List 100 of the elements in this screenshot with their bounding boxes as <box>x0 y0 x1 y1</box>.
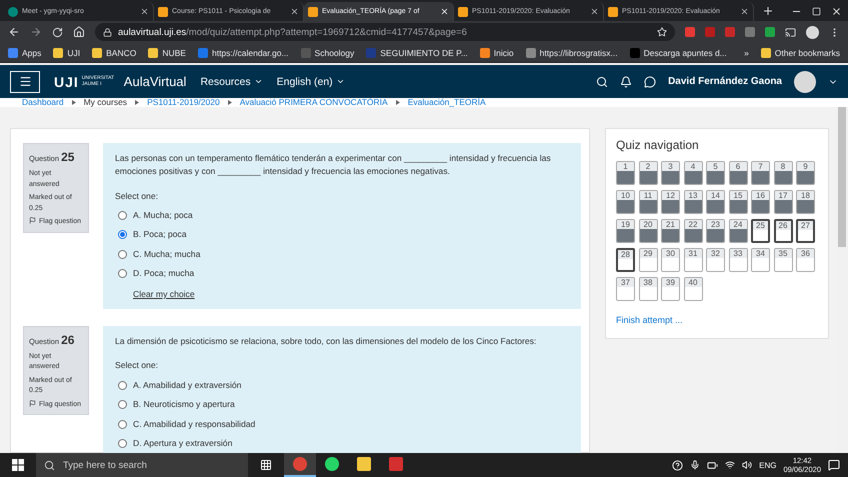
question-nav-button[interactable]: 24 <box>728 219 748 243</box>
language-indicator[interactable]: ENG <box>759 460 776 470</box>
question-nav-button[interactable]: 10 <box>616 190 635 214</box>
option-label[interactable]: B. Neuroticismo y apertura <box>133 398 235 412</box>
question-nav-button[interactable]: 5 <box>706 161 725 185</box>
bookmark[interactable]: Schoology <box>300 48 354 58</box>
question-nav-button[interactable]: 8 <box>774 161 792 185</box>
question-nav-button[interactable]: 22 <box>684 219 702 243</box>
question-nav-button[interactable]: 20 <box>638 219 658 243</box>
bell-icon[interactable] <box>620 76 632 88</box>
question-nav-button[interactable]: 15 <box>728 190 748 214</box>
question-nav-button[interactable]: 37 <box>616 277 635 301</box>
breadcrumb-link[interactable]: My courses <box>84 98 128 107</box>
back-icon[interactable] <box>8 26 20 38</box>
question-nav-button[interactable]: 40 <box>684 277 702 301</box>
bookmark[interactable]: BANCO <box>92 48 136 58</box>
option-label[interactable]: B. Poca; poca <box>133 228 187 242</box>
question-nav-button[interactable]: 32 <box>706 248 725 272</box>
breadcrumb-link[interactable]: PS1011-2019/2020 <box>147 98 220 107</box>
question-nav-button[interactable]: 6 <box>728 161 748 185</box>
site-name[interactable]: AulaVirtual <box>124 74 186 89</box>
question-nav-button[interactable]: 25 <box>751 219 770 243</box>
option-label[interactable]: A. Amabilidad y extraversión <box>133 378 242 392</box>
question-nav-button[interactable]: 34 <box>751 248 770 272</box>
menu-button[interactable] <box>10 70 40 92</box>
clear-choice-link[interactable]: Clear my choice <box>133 288 571 301</box>
microphone-icon[interactable] <box>690 460 700 470</box>
maximize-icon[interactable] <box>812 7 821 16</box>
notifications-icon[interactable] <box>828 459 840 471</box>
radio-button[interactable] <box>118 400 127 410</box>
question-nav-button[interactable]: 2 <box>638 161 658 185</box>
question-nav-button[interactable]: 19 <box>616 219 635 243</box>
breadcrumb-link[interactable]: Evaluación_TEORÍA <box>408 98 486 107</box>
question-nav-button[interactable]: 26 <box>774 219 792 243</box>
question-nav-button[interactable]: 1 <box>616 161 635 185</box>
radio-button[interactable] <box>118 380 127 390</box>
option-label[interactable]: A. Mucha; poca <box>133 208 193 222</box>
close-icon[interactable] <box>140 7 149 16</box>
bookmark[interactable]: UJI <box>53 48 80 58</box>
taskbar-search-field[interactable]: Type here to search <box>36 453 248 477</box>
option-label[interactable]: D. Apertura y extraversión <box>133 437 232 450</box>
user-name[interactable]: David Fernández Gaona <box>668 76 782 87</box>
question-nav-button[interactable]: 13 <box>684 190 702 214</box>
search-icon[interactable] <box>596 76 608 88</box>
close-icon[interactable] <box>290 7 299 16</box>
bookmark[interactable]: https://calendar.go... <box>198 48 289 58</box>
question-nav-button[interactable]: 31 <box>684 248 702 272</box>
bookmark[interactable]: https://librosgratisx... <box>526 48 618 58</box>
radio-button[interactable] <box>118 420 127 429</box>
finish-attempt-link[interactable]: Finish attempt ... <box>616 315 818 325</box>
new-tab-icon[interactable] <box>762 5 774 17</box>
question-nav-button[interactable]: 7 <box>751 161 770 185</box>
nav-menu[interactable]: Resources <box>200 76 263 88</box>
question-nav-button[interactable]: 17 <box>774 190 792 214</box>
bookmark[interactable]: NUBE <box>148 48 186 58</box>
battery-icon[interactable] <box>707 460 718 470</box>
question-nav-button[interactable]: 16 <box>751 190 770 214</box>
breadcrumb-link[interactable]: Avaluació PRIMERA CONVOCATÒRIA <box>240 98 388 107</box>
question-nav-button[interactable]: 30 <box>661 248 680 272</box>
nav-menu[interactable]: English (en) <box>276 76 345 88</box>
radio-button[interactable] <box>118 439 127 448</box>
question-nav-button[interactable]: 4 <box>684 161 702 185</box>
close-icon[interactable] <box>831 6 842 17</box>
option-label[interactable]: C. Amabilidad y responsabilidad <box>133 418 256 431</box>
bookmark[interactable]: Descarga apuntes d... <box>630 48 727 58</box>
question-nav-button[interactable]: 18 <box>796 190 815 214</box>
bookmark[interactable]: SEGUIMIENTO DE P... <box>366 48 468 58</box>
question-nav-button[interactable]: 36 <box>796 248 815 272</box>
question-nav-button[interactable]: 38 <box>638 277 658 301</box>
option-label[interactable]: C. Mucha; mucha <box>133 248 200 261</box>
help-icon[interactable] <box>672 460 684 470</box>
breadcrumb-link[interactable]: Dashboard <box>22 98 64 107</box>
question-nav-button[interactable]: 23 <box>706 219 725 243</box>
reload-icon[interactable] <box>52 26 63 38</box>
question-nav-button[interactable]: 28 <box>616 248 635 272</box>
taskbar-app[interactable] <box>284 453 316 477</box>
option-label[interactable]: D. Poca; mucha <box>133 267 194 280</box>
question-nav-button[interactable]: 39 <box>661 277 680 301</box>
cast-icon[interactable] <box>785 26 796 38</box>
wifi-icon[interactable] <box>725 460 736 470</box>
user-avatar[interactable] <box>794 70 816 92</box>
home-icon[interactable] <box>73 26 85 38</box>
question-nav-button[interactable]: 12 <box>661 190 680 214</box>
volume-icon[interactable] <box>742 460 752 470</box>
close-icon[interactable] <box>740 7 749 16</box>
bookmark[interactable]: Apps <box>8 48 42 58</box>
bookmark[interactable]: Inicio <box>480 48 514 58</box>
question-nav-button[interactable]: 35 <box>774 248 792 272</box>
radio-button[interactable] <box>118 250 127 259</box>
more-bookmarks[interactable]: » <box>744 48 749 58</box>
forward-icon[interactable] <box>30 26 42 38</box>
bookmark-folder[interactable]: Other bookmarks <box>760 48 840 58</box>
question-nav-button[interactable]: 27 <box>796 219 815 243</box>
question-nav-button[interactable]: 11 <box>638 190 658 214</box>
radio-button[interactable] <box>118 269 127 278</box>
question-nav-button[interactable]: 33 <box>728 248 748 272</box>
question-nav-button[interactable]: 9 <box>796 161 815 185</box>
chat-icon[interactable] <box>644 76 656 88</box>
question-nav-button[interactable]: 14 <box>706 190 725 214</box>
radio-button[interactable] <box>118 230 127 240</box>
